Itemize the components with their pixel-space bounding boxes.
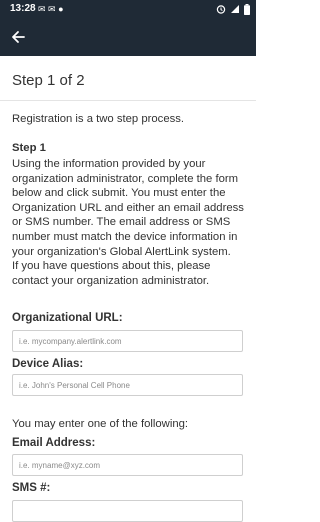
- device-alias-input[interactable]: [12, 374, 243, 396]
- org-url-label: Organizational URL:: [12, 312, 123, 324]
- email-input[interactable]: [12, 454, 243, 476]
- instructions-line: If you have questions about this, please: [12, 260, 211, 273]
- instructions-text: Using the information provided by your o…: [12, 157, 252, 288]
- app-bar: [0, 18, 256, 56]
- alarm-icon: [216, 5, 226, 14]
- status-bar: 13:28 ✉ ✉ ●: [0, 0, 256, 18]
- device-alias-label: Device Alias:: [12, 358, 84, 370]
- instructions-line: below and click submit. You must enter t…: [12, 187, 226, 200]
- enter-one-text: You may enter one of the following:: [12, 418, 189, 430]
- page-title: Step 1 of 2: [12, 72, 85, 89]
- divider: [0, 100, 256, 101]
- battery-icon: [244, 3, 250, 15]
- instructions-line: organization administrator, complete the…: [12, 172, 239, 185]
- instructions-line: Using the information provided by your: [12, 158, 206, 170]
- instructions-line: Organization URL and either an email add…: [12, 201, 244, 214]
- intro-text: Registration is a two step process.: [12, 113, 185, 125]
- sms-input[interactable]: [12, 500, 243, 522]
- instructions-line: number must match the device information…: [12, 230, 238, 243]
- back-button[interactable]: [6, 25, 30, 49]
- instructions-line: your organization's Global AlertLink sys…: [12, 245, 231, 258]
- arrow-left-icon: [12, 31, 25, 43]
- sms-label: SMS #:: [12, 482, 51, 494]
- instructions-line: contact your organization administrator.: [12, 274, 210, 287]
- instructions-line: or SMS number. The email address or SMS: [12, 216, 231, 229]
- status-time: 13:28: [10, 3, 36, 14]
- signal-icon: [231, 5, 239, 13]
- step1-heading: Step 1: [12, 142, 46, 154]
- email-label: Email Address:: [12, 437, 96, 449]
- org-url-input[interactable]: [12, 330, 243, 352]
- notification-icons: ✉ ✉ ●: [38, 4, 64, 14]
- status-icons: [216, 0, 250, 18]
